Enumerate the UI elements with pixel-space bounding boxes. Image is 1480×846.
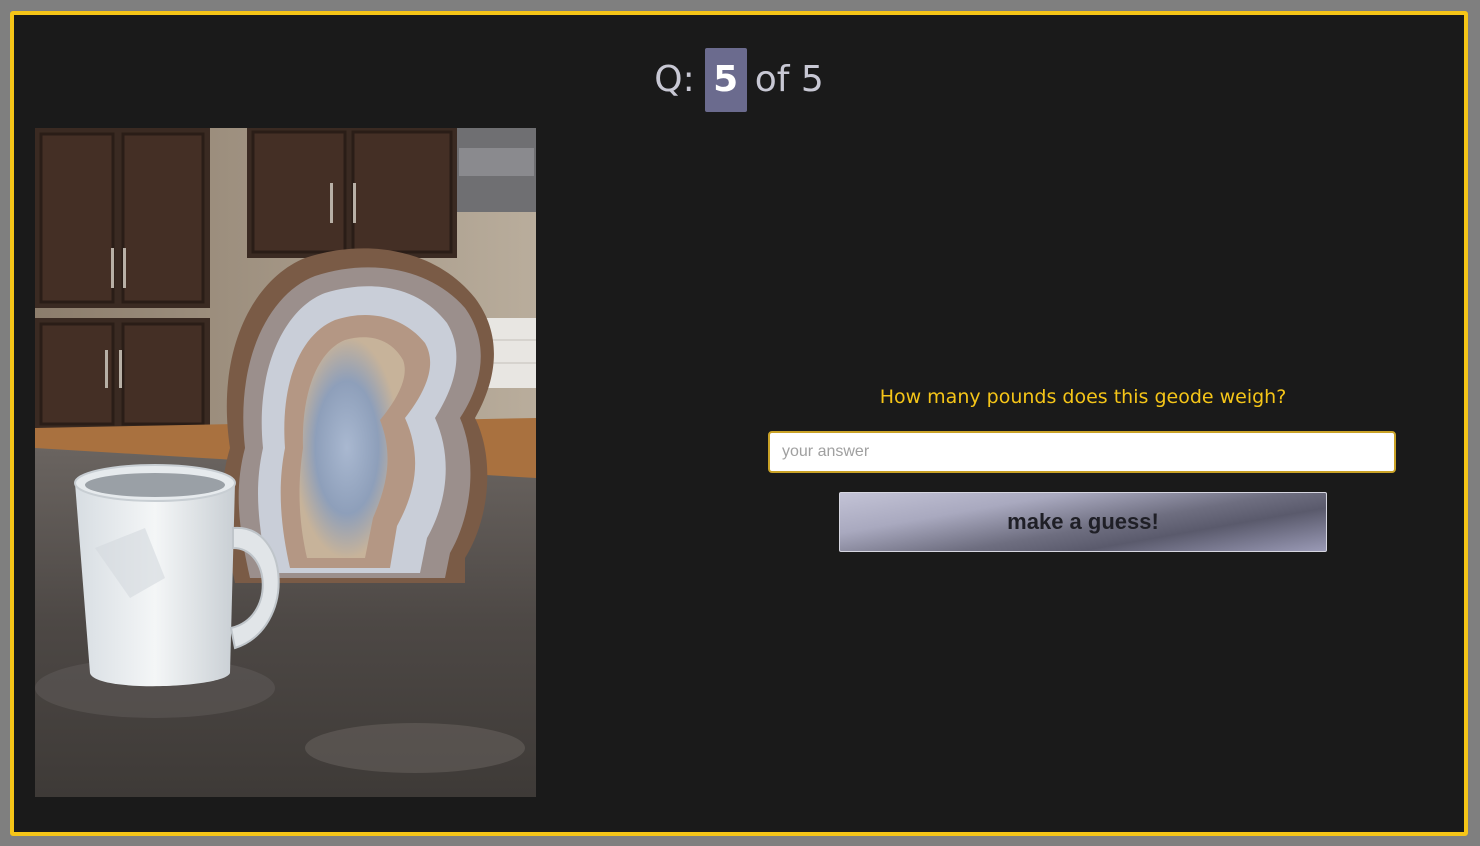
question-prefix: Q: xyxy=(654,59,695,100)
geode-photo xyxy=(35,128,536,797)
geode-photo-illustration xyxy=(35,128,536,797)
total-questions: 5 xyxy=(800,59,824,100)
answer-input[interactable] xyxy=(768,431,1396,473)
of-label: of xyxy=(754,59,790,100)
question-counter: Q: 5 of 5 xyxy=(14,47,1464,112)
quiz-frame: Q: 5 of 5 How many pounds does this geod… xyxy=(10,11,1468,836)
make-guess-button[interactable]: make a guess! xyxy=(839,492,1327,552)
question-text: How many pounds does this geode weigh? xyxy=(879,386,1287,408)
current-question-badge: 5 xyxy=(704,48,747,112)
